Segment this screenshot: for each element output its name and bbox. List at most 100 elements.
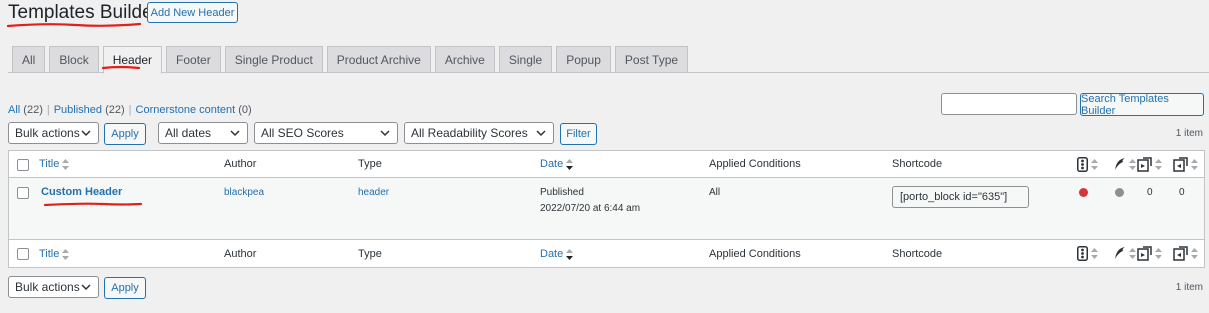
sort-arrows-icon (1091, 248, 1098, 259)
outgoing-links-count: 0 (1147, 187, 1153, 198)
dates-select[interactable]: All dates (158, 122, 248, 144)
tab-single[interactable]: Single (498, 46, 553, 73)
outgoing-links-column-footer[interactable] (1137, 246, 1162, 261)
seo-traffic-light-icon (1077, 157, 1088, 172)
sort-arrows-icon (1191, 248, 1198, 259)
bulk-actions-select-bottom[interactable]: Bulk actions (8, 276, 99, 298)
column-type-footer: Type (358, 248, 382, 260)
column-title-footer[interactable]: Title (39, 248, 70, 260)
column-shortcode-header: Shortcode (892, 158, 943, 170)
shortcode-field[interactable]: [porto_block id="635"] (892, 186, 1029, 208)
date-sort-link[interactable]: Date (540, 158, 563, 170)
chevron-down-icon (81, 284, 91, 291)
bulk-actions-select[interactable]: Bulk actions (8, 122, 99, 144)
templates-table: Title Author Type Date Applied Condition… (8, 150, 1205, 268)
seo-traffic-light-icon (1077, 246, 1088, 261)
tab-header[interactable]: Header (102, 46, 163, 74)
view-published-link[interactable]: Published (22) (54, 104, 125, 116)
readability-select[interactable]: All Readability Scores (404, 122, 554, 144)
chevron-down-icon (81, 130, 91, 137)
search-input[interactable] (941, 93, 1077, 115)
template-type-tabs: All Block Header Footer Single Product P… (12, 46, 689, 74)
sort-arrows-icon (62, 158, 70, 170)
add-new-header-button[interactable]: Add New Header (147, 2, 238, 23)
tab-footer[interactable]: Footer (166, 46, 221, 73)
row-title-underline-annotation (43, 202, 143, 207)
sort-desc-icon (566, 158, 574, 170)
apply-button[interactable]: Apply (104, 123, 146, 145)
incoming-link-icon (1173, 157, 1188, 172)
dates-value: All dates (165, 126, 212, 140)
row-checkbox[interactable] (17, 187, 29, 199)
type-link[interactable]: header (358, 187, 389, 198)
table-footer-row: Title Author Type Date Applied Condition… (9, 239, 1204, 267)
status-views: All (22) | Published (22) | Cornerstone cont… (8, 104, 252, 116)
chevron-down-icon (380, 130, 390, 137)
filter-button[interactable]: Filter (560, 123, 597, 145)
apply-button-bottom[interactable]: Apply (104, 277, 146, 299)
author-link[interactable]: blackpea (224, 187, 264, 198)
chevron-down-icon (536, 130, 546, 137)
outgoing-link-icon (1137, 157, 1152, 172)
seo-scores-value: All SEO Scores (261, 126, 344, 140)
select-all-checkbox[interactable] (17, 159, 29, 171)
incoming-link-icon (1173, 246, 1188, 261)
readability-score-indicator (1115, 188, 1124, 197)
quill-icon (1115, 247, 1125, 259)
title-sort-link[interactable]: Title (39, 248, 59, 260)
readability-column-header[interactable] (1113, 157, 1136, 171)
incoming-links-column-header[interactable] (1173, 157, 1198, 172)
tab-post-type[interactable]: Post Type (614, 46, 689, 73)
sort-arrows-icon (1155, 248, 1162, 259)
column-author-footer: Author (224, 248, 257, 260)
tab-popup[interactable]: Popup (556, 46, 611, 73)
table-row: Custom Header blackpea header Published … (9, 178, 1204, 239)
column-date-footer[interactable]: Date (540, 248, 574, 260)
column-type-header: Type (358, 158, 382, 170)
publish-date: 2022/07/20 at 6:44 am (540, 203, 641, 214)
items-count-top: 1 item (1175, 128, 1203, 139)
column-author-header: Author (224, 158, 257, 170)
sort-arrows-icon (1129, 158, 1136, 170)
incoming-links-column-footer[interactable] (1173, 246, 1198, 261)
applied-conditions-value: All (709, 187, 721, 198)
sort-arrows-icon (1191, 159, 1198, 170)
tab-product-archive[interactable]: Product Archive (326, 46, 431, 73)
sort-desc-icon (566, 248, 574, 260)
chevron-down-icon (230, 130, 240, 137)
sort-arrows-icon (1129, 247, 1136, 259)
incoming-links-count: 0 (1179, 187, 1185, 198)
readability-column-footer[interactable] (1113, 246, 1136, 260)
column-date-header[interactable]: Date (540, 158, 574, 170)
view-cornerstone-link[interactable]: Cornerstone content (0) (136, 104, 252, 116)
publish-status: Published (540, 187, 584, 198)
seo-score-indicator (1079, 188, 1088, 197)
sort-arrows-icon (1155, 159, 1162, 170)
title-sort-link[interactable]: Title (39, 158, 59, 170)
view-all-link[interactable]: All (22) (8, 104, 43, 116)
search-button[interactable]: Search Templates Builder (1080, 93, 1204, 117)
column-shortcode-footer: Shortcode (892, 248, 943, 260)
readability-value: All Readability Scores (411, 126, 528, 140)
items-count-bottom: 1 item (1175, 282, 1203, 293)
bulk-actions-value: Bulk actions (15, 280, 80, 294)
column-title-header[interactable]: Title (39, 158, 70, 170)
seo-score-column-footer[interactable] (1077, 246, 1098, 261)
date-sort-link[interactable]: Date (540, 248, 563, 260)
tab-all[interactable]: All (12, 46, 46, 73)
seo-scores-select[interactable]: All SEO Scores (254, 122, 398, 144)
tab-single-product[interactable]: Single Product (224, 46, 323, 73)
sort-arrows-icon (1091, 159, 1098, 170)
bulk-actions-value: Bulk actions (15, 126, 80, 140)
tab-archive[interactable]: Archive (434, 46, 495, 73)
tab-block[interactable]: Block (49, 46, 99, 73)
column-conditions-footer: Applied Conditions (709, 248, 801, 260)
outgoing-links-column-header[interactable] (1137, 157, 1162, 172)
sort-arrows-icon (62, 248, 70, 260)
template-title-link[interactable]: Custom Header (41, 186, 122, 198)
table-header-row: Title Author Type Date Applied Condition… (9, 151, 1204, 178)
seo-score-column-header[interactable] (1077, 157, 1098, 172)
quill-icon (1115, 158, 1125, 170)
outgoing-link-icon (1137, 246, 1152, 261)
select-all-checkbox-bottom[interactable] (17, 248, 29, 260)
